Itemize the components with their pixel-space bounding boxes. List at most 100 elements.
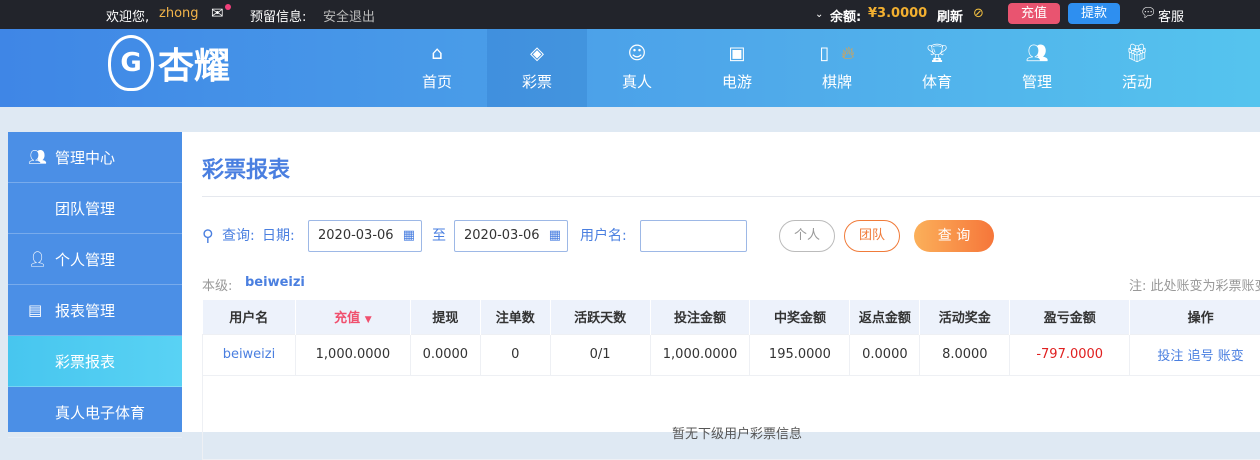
calendar-icon[interactable]: ▦ <box>549 221 561 251</box>
date-label: 日期: <box>262 220 295 252</box>
sidebar-item-personal[interactable]: 👤︎个人管理 <box>8 234 182 285</box>
users-icon: 👥︎ <box>987 43 1087 65</box>
empty-message: 暂无下级用户彩票信息 <box>203 375 1260 459</box>
note-text: 注: 此处账变为彩票账变 <box>1129 275 1260 294</box>
col-recharge[interactable]: 充值 ▼ <box>295 300 410 334</box>
cell-profit: -797.0000 <box>1010 334 1130 375</box>
sidebar-item-team[interactable]: 团队管理 <box>8 183 182 234</box>
col-recharge-label: 充值 <box>334 311 360 326</box>
nav-label: 电游 <box>687 71 787 92</box>
home-icon: ⌂ <box>387 43 487 65</box>
personal-button[interactable]: 个人 <box>779 220 835 252</box>
cell-rebate: 0.0000 <box>850 334 920 375</box>
top-bar: 欢迎您, zhong ✉ 预留信息: 安全退出 ⌄ 余额: ¥3.0000 刷新… <box>0 0 1260 29</box>
col-actions: 操作 <box>1130 300 1260 334</box>
chat-icon[interactable]: 💬︎ <box>1140 6 1157 21</box>
sidebar: 👥︎管理中心 团队管理 👤︎个人管理 ▤ 报表管理 彩票报表 真人电子体育 <box>8 132 182 432</box>
username: zhong <box>159 6 199 21</box>
nav-label: 首页 <box>387 71 487 92</box>
trophy-icon: 🏆︎ <box>887 43 987 65</box>
nav-slots[interactable]: ▣ 电游 <box>687 29 787 107</box>
to-label: 至 <box>432 220 446 252</box>
withdraw-button[interactable]: 提款 <box>1068 3 1120 24</box>
chevron-down-icon[interactable]: ⌄ <box>815 9 823 20</box>
logout-link[interactable]: 安全退出 <box>323 6 375 25</box>
sidebar-label: 个人管理 <box>55 249 115 270</box>
date-to-value: 2020-03-06 <box>464 228 540 243</box>
date-from-input[interactable]: 2020-03-06 ▦ <box>308 220 422 252</box>
col-profit: 盈亏金额 <box>1010 300 1130 334</box>
eye-hidden-icon[interactable]: ⊘ <box>973 6 984 21</box>
col-bet: 投注金额 <box>650 300 750 334</box>
nav-lottery[interactable]: ◈彩票 <box>487 29 587 107</box>
col-bonus: 活动奖金 <box>920 300 1010 334</box>
cell-recharge: 1,000.0000 <box>295 334 410 375</box>
sidebar-item-management-center[interactable]: 👥︎管理中心 <box>8 132 182 183</box>
username-label: 用户名: <box>580 220 627 252</box>
chase-link[interactable]: 追号 <box>1188 349 1214 364</box>
sidebar-label: 团队管理 <box>55 198 115 219</box>
bet-link[interactable]: 投注 <box>1157 349 1183 364</box>
page-title: 彩票报表 <box>202 152 290 184</box>
col-rebate: 返点金额 <box>850 300 920 334</box>
date-to-input[interactable]: 2020-03-06 ▦ <box>454 220 568 252</box>
nav-label: 活动 <box>1087 71 1187 92</box>
query-label: 查询: <box>222 220 255 252</box>
balance-value: ¥3.0000 <box>868 6 927 21</box>
balance-label: 余额: <box>830 6 861 25</box>
sidebar-label: 报表管理 <box>55 300 115 321</box>
divider <box>202 196 1260 197</box>
mail-icon[interactable]: ✉ <box>211 4 224 22</box>
logo[interactable]: G杏耀 <box>108 35 230 91</box>
table-row: beiweizi 1,000.0000 0.0000 0 0/1 1,000.0… <box>203 334 1260 375</box>
nav-label: 体育 <box>887 71 987 92</box>
col-orders: 注单数 <box>480 300 550 334</box>
nav-label: 彩票 <box>487 71 587 92</box>
nav-label: 棋牌 <box>787 71 887 92</box>
sidebar-item-lottery-report[interactable]: 彩票报表 <box>8 336 182 387</box>
sidebar-label: 真人电子体育 <box>55 402 145 423</box>
nav-label: 真人 <box>587 71 687 92</box>
cell-username[interactable]: beiweizi <box>203 334 296 375</box>
cell-win: 195.0000 <box>750 334 850 375</box>
sort-desc-icon[interactable]: ▼ <box>365 315 372 325</box>
date-from-value: 2020-03-06 <box>318 228 394 243</box>
transactions-link[interactable]: 账变 <box>1218 349 1244 364</box>
main-content: 彩票报表 ⚲ 查询: 日期: 2020-03-06 ▦ 至 2020-03-06 ▦… <box>182 132 1260 432</box>
cell-bet: 1,000.0000 <box>650 334 750 375</box>
card-icon: ▯🔥︎ <box>787 43 887 65</box>
document-icon: ▤ <box>28 301 42 319</box>
nav-live[interactable]: ☺真人 <box>587 29 687 107</box>
recharge-button[interactable]: 充值 <box>1008 3 1060 24</box>
level-label: 本级: <box>202 275 232 294</box>
refresh-button[interactable]: 刷新 <box>937 6 963 25</box>
nav-cards[interactable]: ▯🔥︎ 棋牌 <box>787 29 887 107</box>
search-icon: ⚲ <box>202 220 214 252</box>
logo-emblem-icon: G <box>108 35 154 91</box>
table-header: 用户名 充值 ▼ 提现 注单数 活跃天数 投注金额 中奖金额 返点金额 活动奖金… <box>203 300 1260 334</box>
nav-sports[interactable]: 🏆︎ 体育 <box>887 29 987 107</box>
search-button[interactable]: 查 询 <box>914 220 994 252</box>
fire-icon: 🔥︎ <box>841 43 854 64</box>
report-table: 用户名 充值 ▼ 提现 注单数 活跃天数 投注金额 中奖金额 返点金额 活动奖金… <box>202 300 1260 460</box>
nav-home[interactable]: ⌂ 首页 <box>387 29 487 107</box>
main-nav: G杏耀 ⌂ 首页 ◈彩票 ☺真人 ▣ 电游 ▯🔥︎ 棋牌 🏆︎ 体育 👥︎管理 🎁︎活动 <box>0 29 1260 107</box>
logo-text: 杏耀 <box>158 37 230 89</box>
col-win: 中奖金额 <box>750 300 850 334</box>
sidebar-item-live-sports[interactable]: 真人电子体育 <box>8 387 182 438</box>
customer-service-link[interactable]: 客服 <box>1158 6 1184 25</box>
team-button[interactable]: 团队 <box>844 220 900 252</box>
sidebar-label: 彩票报表 <box>55 351 115 372</box>
nav-manage[interactable]: 👥︎管理 <box>987 29 1087 107</box>
sidebar-label: 管理中心 <box>55 147 115 168</box>
sidebar-item-reports[interactable]: ▤ 报表管理 <box>8 285 182 336</box>
slot-machine-icon: ▣ <box>687 43 787 65</box>
col-username[interactable]: 用户名 <box>203 300 296 334</box>
col-withdraw: 提现 <box>410 300 480 334</box>
empty-row: 暂无下级用户彩票信息 <box>203 375 1260 459</box>
level-user: beiweizi <box>245 275 305 290</box>
cell-bonus: 8.0000 <box>920 334 1010 375</box>
calendar-icon[interactable]: ▦ <box>403 221 415 251</box>
nav-promotions[interactable]: 🎁︎活动 <box>1087 29 1187 107</box>
username-input[interactable] <box>640 220 747 252</box>
